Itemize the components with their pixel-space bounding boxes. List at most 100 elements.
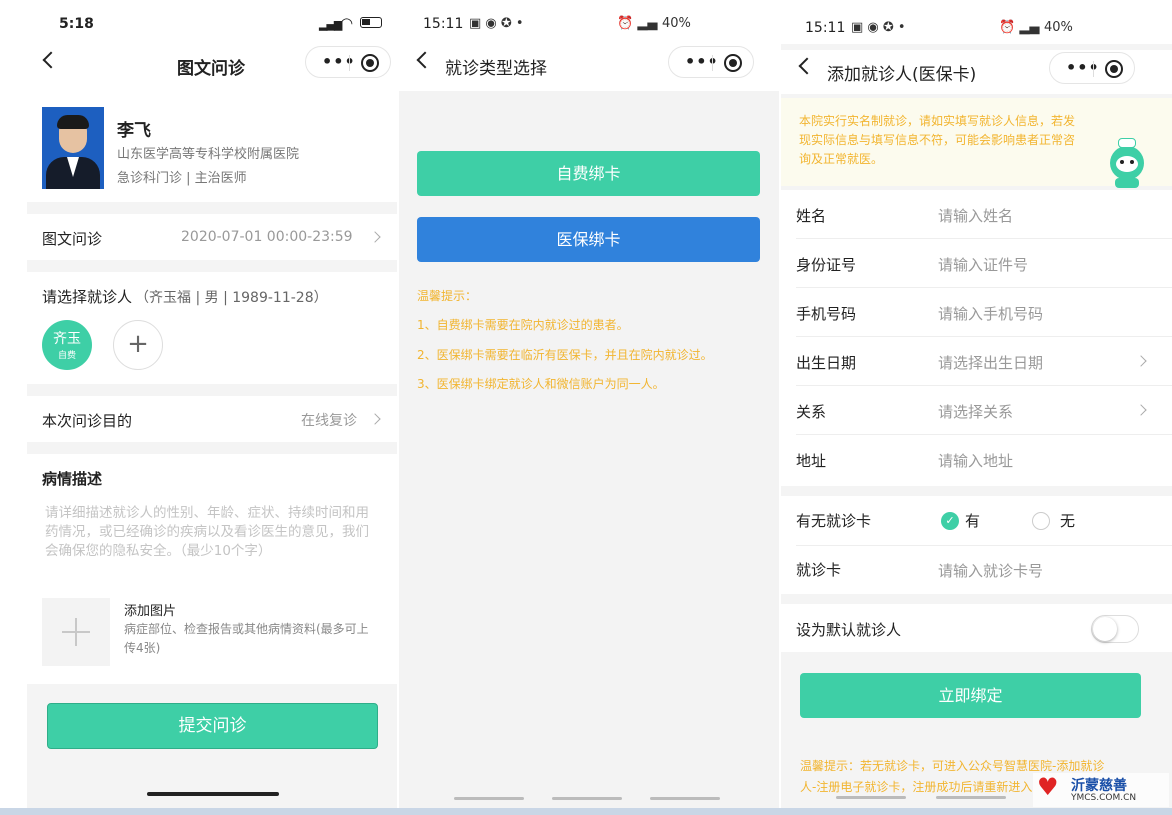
form-row-name[interactable]: 姓名 请输入姓名 (781, 190, 1172, 239)
add-image-title: 添加图片 (124, 604, 177, 619)
default-patient-row: 设为默认就诊人 (781, 604, 1172, 652)
watermark-url: YMCS.COM.CN (1071, 793, 1137, 803)
chevron-right-icon (369, 413, 381, 425)
description-textarea[interactable]: 请详细描述就诊人的性别、年龄、症状、持续时间和用药情况，或已经确诊的疾病以及看诊… (45, 504, 369, 561)
mini-program-capsule[interactable]: ••• (1049, 52, 1135, 84)
tip-item: 1、自费绑卡需要在院内就诊过的患者。 (417, 318, 629, 332)
card-number-input[interactable]: 请输入就诊卡号 (938, 560, 1043, 581)
field-label: 身份证号 (796, 256, 857, 274)
phone-input[interactable]: 请输入手机号码 (938, 303, 1043, 324)
card-question-label: 有无就诊卡 (796, 512, 872, 530)
field-label: 关系 (796, 403, 827, 421)
patient-form: 姓名 请输入姓名 身份证号 请输入证件号 手机号码 请输入手机号码 出生日期 请… (781, 190, 1172, 486)
nav-bar-indicator (552, 797, 622, 800)
nav-bar-indicator (936, 796, 1006, 799)
patient-card: 请选择就诊人 （齐玉福 | 男 | 1989-11-28） 齐玉 自费 + (27, 272, 397, 384)
add-image-button[interactable] (42, 598, 110, 666)
notification-icons: ▣ ◉ ✪ • (851, 20, 906, 35)
patient-label: 请选择就诊人 (42, 288, 133, 306)
battery-icon (360, 17, 382, 28)
alarm-signal-icons: ⏰ ▂▄ (617, 16, 658, 31)
status-time: 15:11 (805, 20, 846, 36)
navbar: 添加就诊人(医保卡) ••• (781, 50, 1172, 94)
doctor-hospital: 山东医学高等专科学校附属医院 (117, 147, 300, 162)
id-input[interactable]: 请输入证件号 (938, 254, 1028, 275)
form-row-address[interactable]: 地址 请输入地址 (781, 435, 1172, 484)
purpose-row[interactable]: 本次问诊目的 在线复诊 (27, 396, 397, 442)
close-capsule-icon[interactable] (724, 54, 742, 72)
patient-avatar-name: 齐玉 (53, 331, 81, 347)
battery-text: 40% (662, 16, 691, 31)
add-patient-button[interactable]: + (113, 320, 163, 370)
description-label: 病情描述 (42, 470, 103, 488)
field-label: 姓名 (796, 207, 827, 225)
notice-text: 本院实行实名制就诊，请如实填写就诊人信息，若发现实际信息与填写信息不符，可能会影… (799, 114, 1076, 166)
status-bar: 15:11 ▣ ◉ ✪ • ⏰ ▂▄ 40% (781, 0, 1172, 44)
nurse-mascot-icon (1106, 138, 1148, 190)
bottom-tip-line: 温馨提示：若无就诊卡，可进入公众号智慧医院-添加就诊 (800, 759, 1105, 773)
add-image-hint: 病症部位、检查报告或其他病情资料(最多可上传4张) (124, 622, 369, 655)
form-row-birthdate[interactable]: 出生日期 请选择出生日期 (781, 337, 1172, 386)
more-icon[interactable]: ••• (685, 52, 719, 71)
self-pay-bind-button[interactable]: 自费绑卡 (417, 151, 760, 196)
wifi-icon: ◠ (340, 14, 354, 32)
chevron-right-icon (1135, 355, 1147, 367)
tips-title: 温馨提示： (417, 289, 478, 303)
back-icon[interactable] (798, 57, 816, 75)
radio-no-label[interactable]: 无 (1060, 510, 1075, 531)
insurance-bind-button[interactable]: 医保绑卡 (417, 217, 760, 262)
doctor-name: 李飞 (117, 121, 151, 141)
address-input[interactable]: 请输入地址 (938, 450, 1013, 471)
service-label: 图文问诊 (42, 230, 103, 248)
watermark-name: 沂蒙慈善 (1071, 778, 1127, 794)
bottom-strip (0, 808, 1172, 815)
doctor-card: 李飞 山东医学高等专科学校附属医院 急诊科门诊 | 主治医师 (27, 88, 397, 202)
chevron-right-icon (1135, 404, 1147, 416)
tip-item: 3、医保绑卡绑定就诊人和微信账户为同一人。 (417, 377, 665, 391)
form-row-phone[interactable]: 手机号码 请输入手机号码 (781, 288, 1172, 337)
name-input[interactable]: 请输入姓名 (938, 205, 1013, 226)
radio-yes-checked-icon[interactable]: ✓ (941, 512, 959, 530)
close-capsule-icon[interactable] (361, 54, 379, 72)
visit-type-screen: 15:11 ▣ ◉ ✪ • ⏰ ▂▄ 40% 就诊类型选择 ••• 自费绑卡 医… (399, 0, 779, 808)
close-capsule-icon[interactable] (1105, 60, 1123, 78)
bottom-tip-line: 人-注册电子就诊卡，注册成功后请重新进入 (800, 780, 1033, 794)
nav-bar-indicator (836, 796, 906, 799)
birthdate-picker[interactable]: 请选择出生日期 (938, 352, 1043, 373)
plus-icon-v (75, 618, 77, 646)
form-row-relation[interactable]: 关系 请选择关系 (781, 386, 1172, 435)
doctor-avatar (42, 107, 104, 189)
plus-icon: + (127, 329, 149, 359)
radio-yes-label[interactable]: 有 (965, 510, 980, 531)
field-label: 手机号码 (796, 305, 857, 323)
heart-logo-icon: ♥ (1037, 773, 1059, 801)
nav-bar-indicator (454, 797, 524, 800)
field-label: 地址 (796, 452, 827, 470)
bind-now-button[interactable]: 立即绑定 (800, 673, 1141, 718)
form-row-id[interactable]: 身份证号 请输入证件号 (781, 239, 1172, 288)
default-patient-toggle[interactable] (1091, 615, 1139, 643)
card-number-label: 就诊卡 (796, 561, 842, 579)
page-title: 图文问诊 (177, 59, 245, 79)
purpose-value: 在线复诊 (301, 413, 357, 429)
mini-program-capsule[interactable]: ••• (668, 46, 754, 78)
card-info-form: 有无就诊卡 ✓ 有 无 就诊卡 请输入就诊卡号 (781, 496, 1172, 594)
add-patient-screen: 15:11 ▣ ◉ ✪ • ⏰ ▂▄ 40% 添加就诊人(医保卡) ••• 本院… (781, 0, 1172, 808)
mini-program-capsule[interactable]: ••• (305, 46, 391, 78)
patient-avatar-chip[interactable]: 齐玉 自费 (42, 320, 92, 370)
consult-screen: 5:18 ▂▄▆ ◠ 图文问诊 ••• 李飞 山东医学高等专科学校附属医院 急诊… (27, 0, 397, 808)
back-icon[interactable] (42, 51, 60, 69)
more-icon[interactable]: ••• (1066, 58, 1100, 77)
more-icon[interactable]: ••• (322, 52, 356, 71)
page-title: 就诊类型选择 (445, 59, 547, 79)
status-time: 15:11 (423, 16, 464, 32)
status-bar: 15:11 ▣ ◉ ✪ • ⏰ ▂▄ 40% (399, 0, 779, 44)
relation-picker[interactable]: 请选择关系 (938, 401, 1013, 422)
service-row[interactable]: 图文问诊 2020-07-01 00:00-23:59 (27, 214, 397, 260)
back-icon[interactable] (416, 51, 434, 69)
submit-consult-button[interactable]: 提交问诊 (47, 703, 378, 749)
watermark-logo: ♥ 沂蒙慈善 YMCS.COM.CN (1033, 773, 1169, 807)
battery-text: 40% (1044, 20, 1073, 35)
radio-no-icon[interactable] (1032, 512, 1050, 530)
navbar: 就诊类型选择 ••• (399, 44, 779, 91)
